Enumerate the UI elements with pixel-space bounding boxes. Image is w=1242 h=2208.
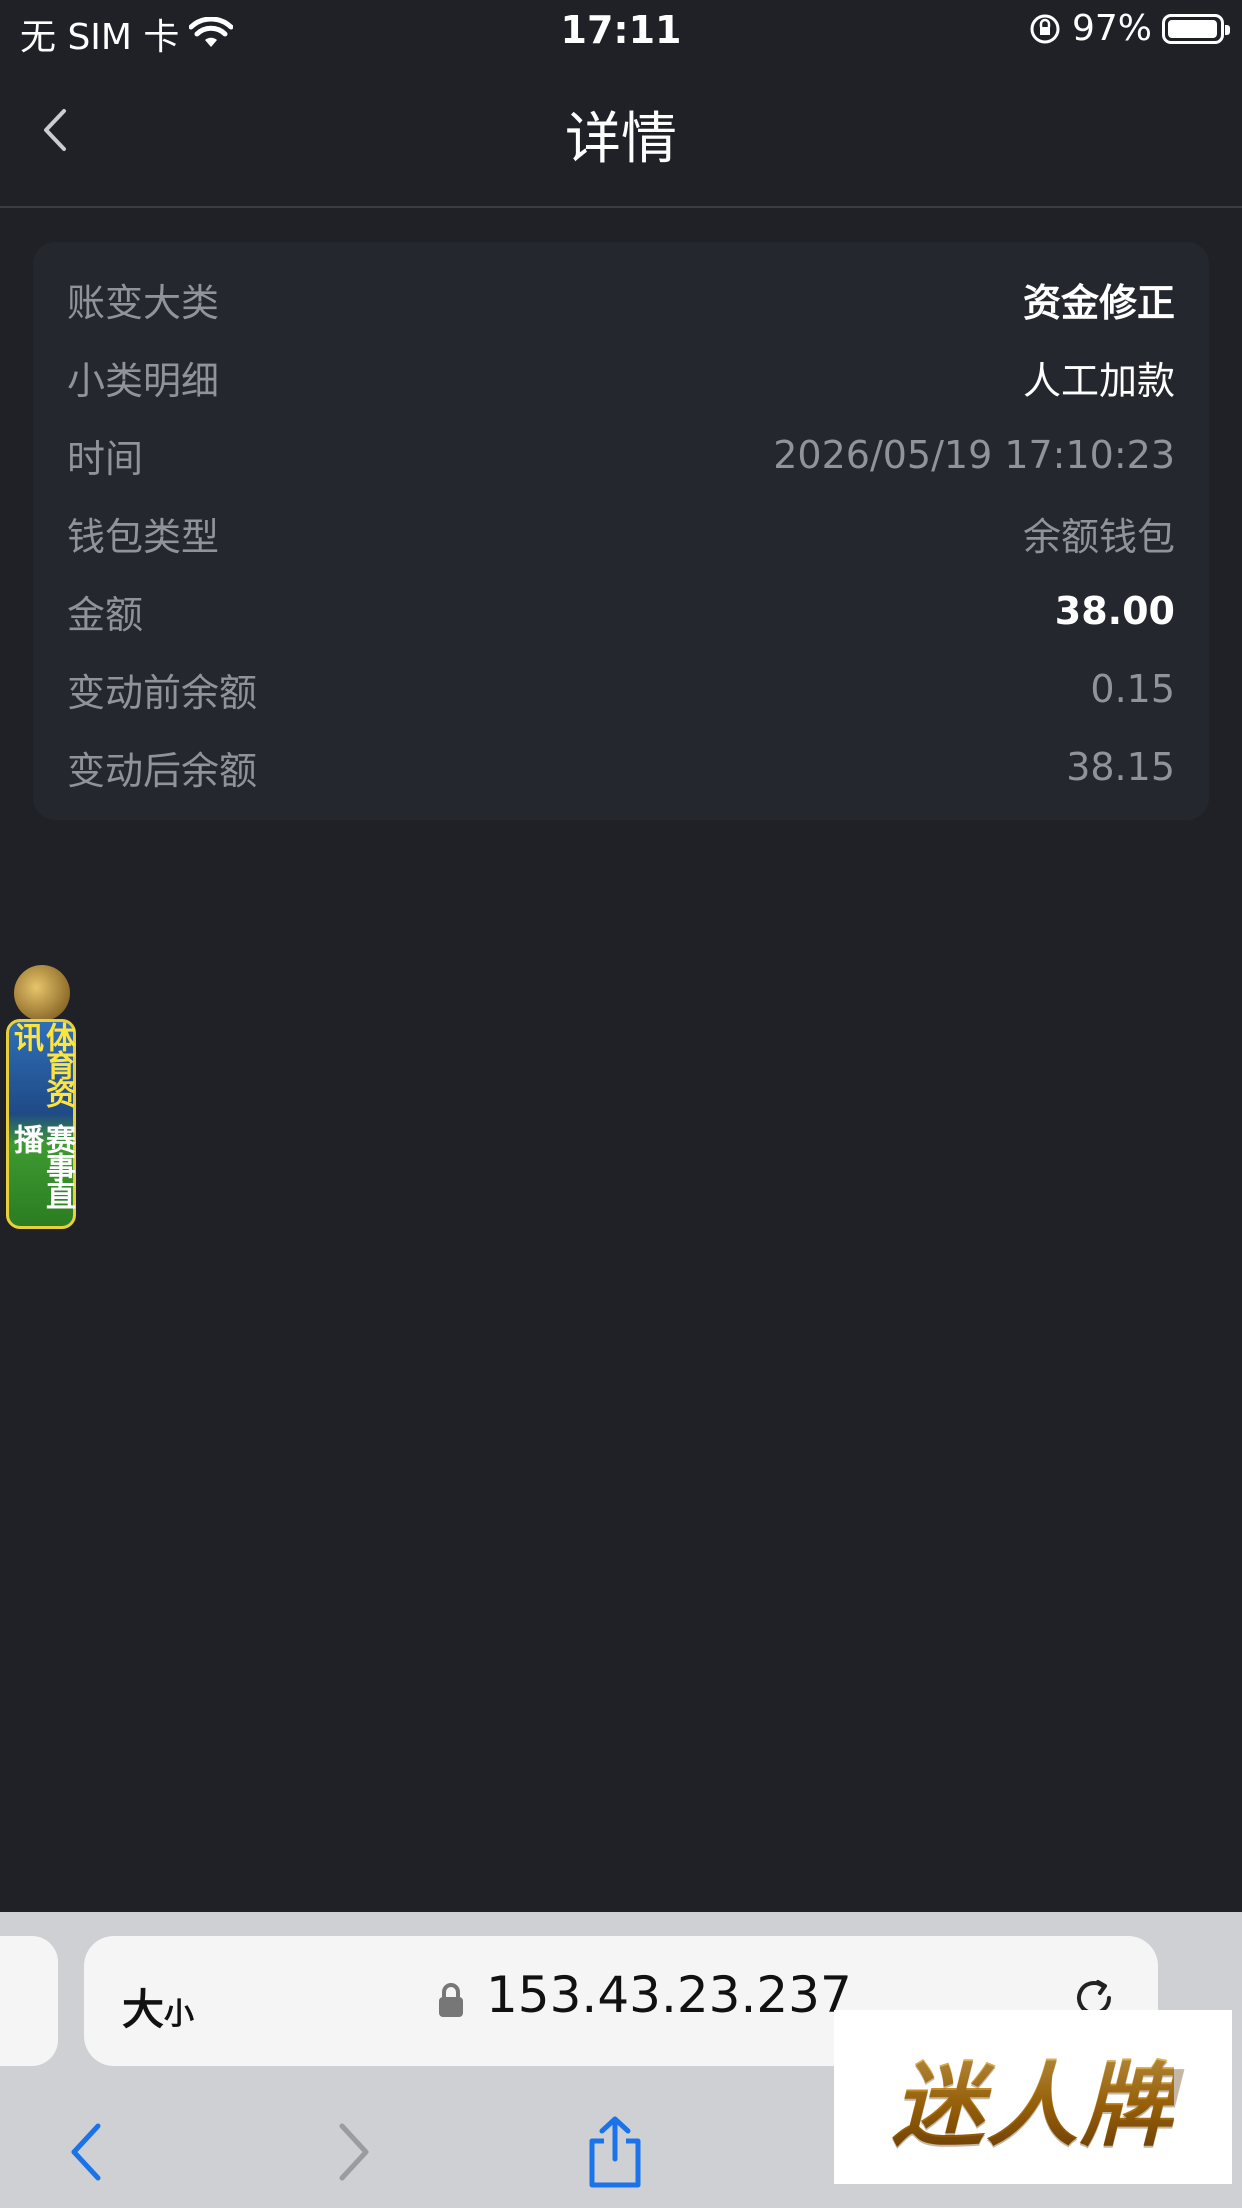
detail-row-balance-after: 变动后余额 38.15 [67, 728, 1175, 806]
lock-icon [439, 1983, 463, 2017]
row-value: 资金修正 [1022, 280, 1175, 325]
chevron-right-icon [339, 2123, 369, 2181]
battery-icon [1162, 13, 1230, 44]
nav-bar: 详情 [0, 64, 1242, 208]
status-right: 97% [1028, 8, 1230, 49]
row-label: 账变大类 [67, 280, 220, 325]
trophy-icon [14, 965, 70, 1021]
floating-sports-ad[interactable]: 体育资讯 赛事直播 [0, 965, 84, 1231]
row-label: 变动后余额 [67, 748, 258, 793]
detail-row-category: 账变大类 资金修正 [67, 260, 1175, 338]
row-value: 0.15 [1090, 667, 1175, 711]
detail-row-wallet-type: 钱包类型 余额钱包 [67, 494, 1175, 572]
detail-row-amount: 金额 38.00 [67, 572, 1175, 650]
row-value: 38.15 [1066, 745, 1175, 789]
detail-row-subcategory: 小类明细 人工加款 [67, 338, 1175, 416]
text-size-button[interactable]: 大小 [122, 1976, 194, 2037]
row-label: 钱包类型 [67, 514, 220, 559]
ad-line-2: 赛事直播 [8, 1124, 75, 1208]
ad-line-1: 体育资讯 [8, 1022, 75, 1106]
text-size-big: 大 [122, 1985, 165, 2034]
page-title: 详情 [565, 107, 677, 172]
row-value: 余额钱包 [1022, 514, 1175, 559]
previous-tab[interactable] [0, 1936, 58, 2066]
watermark-logo: 迷人牌 [834, 2010, 1232, 2184]
row-label: 金额 [67, 592, 144, 637]
share-icon [589, 2116, 641, 2188]
detail-row-time: 时间 2026/05/19 17:10:23 [67, 416, 1175, 494]
browser-forward-button[interactable] [314, 2112, 394, 2192]
status-bar: 无 SIM 卡 17:11 97% [0, 0, 1242, 64]
row-value: 人工加款 [1022, 358, 1175, 403]
row-value: 2026/05/19 17:10:23 [773, 433, 1175, 477]
battery-percent: 97% [1071, 8, 1152, 49]
row-label: 小类明细 [67, 358, 220, 403]
detail-row-balance-before: 变动前余额 0.15 [67, 650, 1175, 728]
text-size-small: 小 [164, 1997, 195, 2032]
battery-fill [1168, 19, 1217, 38]
row-label: 变动前余额 [67, 670, 258, 715]
browser-back-button[interactable] [46, 2112, 126, 2192]
ad-banner: 体育资讯 赛事直播 [6, 1019, 76, 1229]
row-label: 时间 [67, 436, 144, 481]
chevron-left-icon [71, 2123, 101, 2181]
watermark-text: 迷人牌 [892, 2031, 1174, 2164]
detail-card: 账变大类 资金修正 小类明细 人工加款 时间 2026/05/19 17:10:… [33, 242, 1209, 820]
share-button[interactable] [575, 2112, 655, 2192]
url-text: 153.43.23.237 [486, 1966, 852, 2024]
row-value: 38.00 [1054, 589, 1175, 633]
orientation-lock-icon [1030, 14, 1060, 43]
